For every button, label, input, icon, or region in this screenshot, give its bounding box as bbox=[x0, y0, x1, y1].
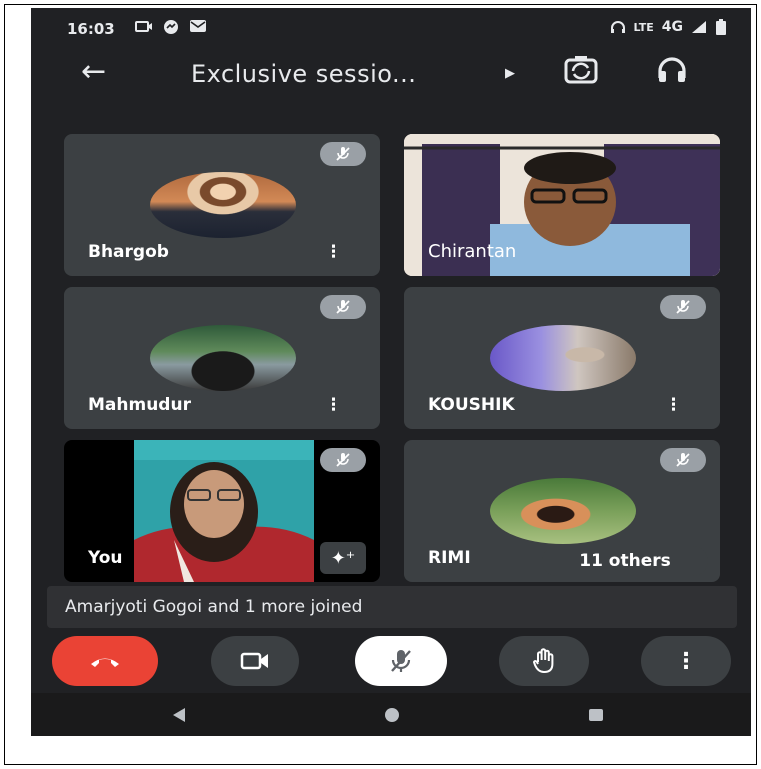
participant-name: Mahmudur bbox=[88, 395, 191, 415]
more-vert-icon[interactable]: ⋮ bbox=[325, 395, 342, 415]
arrow-left-icon[interactable]: ← bbox=[81, 54, 106, 89]
sparkle-icon: ✦⁺ bbox=[330, 547, 356, 569]
battery-icon bbox=[716, 19, 726, 35]
status-bar: 16:03 LTE 4G bbox=[31, 8, 751, 48]
participant-name: You bbox=[88, 548, 123, 568]
participant-tile[interactable]: Chirantan bbox=[404, 134, 720, 276]
nav-back-icon[interactable] bbox=[171, 707, 187, 723]
mic-off-icon bbox=[660, 448, 706, 472]
end-call-button[interactable] bbox=[52, 636, 158, 686]
status-time: 16:03 bbox=[67, 20, 115, 38]
mic-off-icon bbox=[320, 295, 366, 319]
effects-button[interactable]: ✦⁺ bbox=[320, 542, 366, 574]
avatar bbox=[150, 172, 296, 238]
volte-icon: LTE bbox=[633, 20, 654, 34]
messenger-icon bbox=[164, 20, 178, 34]
avatar bbox=[150, 325, 296, 391]
participant-tile[interactable]: Mahmudur ⋮ bbox=[64, 287, 380, 429]
status-right-icons: LTE 4G bbox=[610, 19, 727, 35]
screen-cast-icon bbox=[135, 21, 152, 32]
headphones-icon[interactable] bbox=[657, 56, 687, 84]
participant-tile[interactable]: RIMI 11 others bbox=[404, 440, 720, 582]
others-chip[interactable]: 11 others bbox=[542, 546, 708, 576]
more-vert-icon[interactable]: ⋮ bbox=[325, 242, 342, 262]
participant-name: Chirantan bbox=[428, 241, 517, 262]
meeting-title[interactable]: Exclusive sessio... bbox=[191, 60, 416, 88]
system-nav-bar bbox=[31, 693, 751, 736]
more-options-button[interactable]: ⋮ bbox=[641, 636, 731, 686]
mail-icon bbox=[190, 20, 206, 32]
mic-off-icon bbox=[320, 142, 366, 166]
caret-right-icon[interactable]: ▶ bbox=[505, 66, 515, 81]
mic-off-icon bbox=[660, 295, 706, 319]
mic-toggle-button[interactable] bbox=[355, 636, 447, 686]
participant-name: KOUSHIK bbox=[428, 395, 515, 415]
participant-tile[interactable]: Bhargob ⋮ bbox=[64, 134, 380, 276]
more-vert-icon[interactable]: ⋮ bbox=[665, 395, 682, 415]
status-left-icons bbox=[135, 19, 207, 35]
meeting-top-bar: ← Exclusive sessio... ▶ bbox=[31, 48, 751, 108]
nav-home-icon[interactable] bbox=[383, 706, 401, 724]
signal-icon bbox=[692, 21, 706, 33]
join-notification: Amarjyoti Gogoi and 1 more joined bbox=[47, 586, 737, 628]
network-type: 4G bbox=[661, 19, 683, 35]
avatar bbox=[490, 325, 636, 391]
participant-name: RIMI bbox=[428, 548, 471, 568]
mic-off-icon bbox=[320, 448, 366, 472]
more-vert-icon: ⋮ bbox=[675, 648, 697, 674]
participant-tile[interactable]: You ✦⁺ bbox=[64, 440, 380, 582]
video-camera-icon bbox=[240, 652, 268, 670]
participant-name: Bhargob bbox=[88, 242, 169, 262]
raise-hand-button[interactable] bbox=[499, 636, 589, 686]
headphones-icon bbox=[610, 21, 625, 33]
hand-icon bbox=[533, 648, 554, 673]
phone-hangup-icon bbox=[91, 658, 119, 667]
self-video bbox=[134, 440, 314, 582]
switch-camera-icon[interactable] bbox=[563, 54, 599, 86]
meet-call-screen: 16:03 LTE 4G ← Exclusive sessio... ▶ Bha… bbox=[31, 8, 751, 736]
participant-tile[interactable]: KOUSHIK ⋮ bbox=[404, 287, 720, 429]
nav-recents-icon[interactable] bbox=[587, 707, 605, 723]
avatar bbox=[490, 478, 636, 544]
camera-toggle-button[interactable] bbox=[211, 636, 299, 686]
mic-off-icon bbox=[391, 650, 411, 672]
